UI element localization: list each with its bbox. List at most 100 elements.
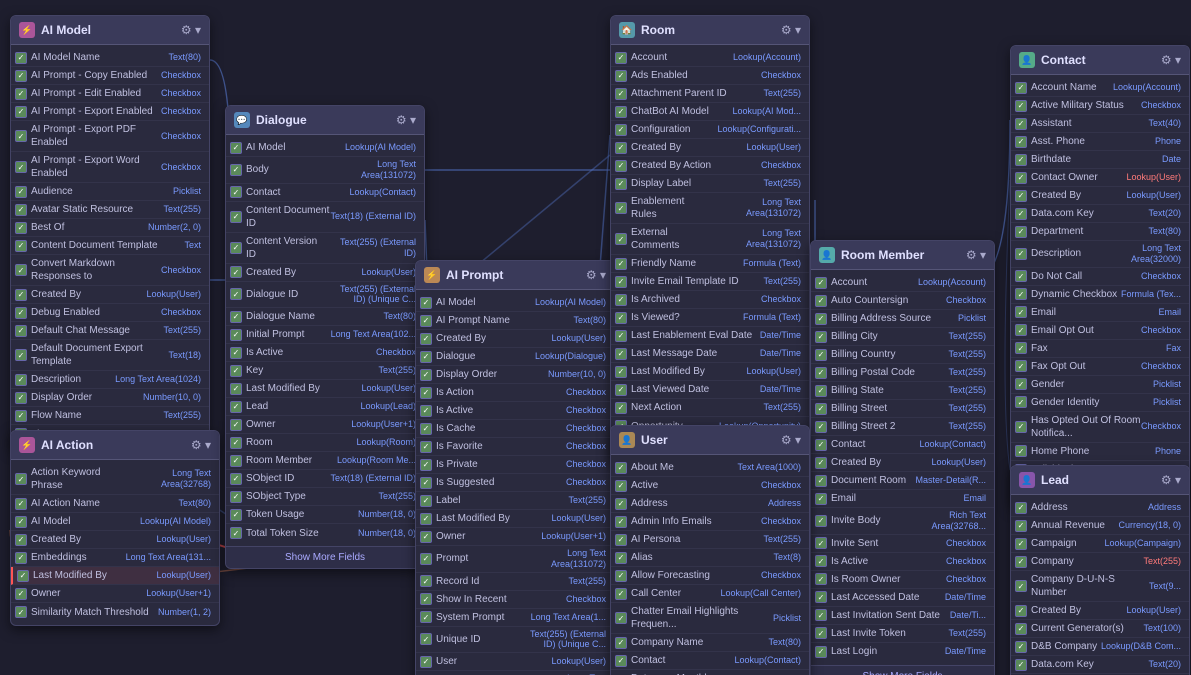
field-row[interactable]: Last Invite Token Text(255) [811,625,994,643]
field-row[interactable]: Avatar Static Resource Text(255) [11,201,209,219]
field-checkbox[interactable] [230,401,242,413]
ai-action-gear[interactable]: ⚙ ▾ [191,438,211,452]
field-checkbox[interactable] [420,441,432,453]
field-checkbox[interactable] [815,537,827,549]
field-checkbox[interactable] [815,493,827,505]
field-checkbox[interactable] [815,457,827,469]
field-row[interactable]: Default Document Export Template Text(18… [11,340,209,371]
field-checkbox[interactable] [615,366,627,378]
field-checkbox[interactable] [420,297,432,309]
field-checkbox[interactable] [15,186,27,198]
field-checkbox[interactable] [15,52,27,64]
field-checkbox[interactable] [615,480,627,492]
field-checkbox[interactable] [615,534,627,546]
field-checkbox[interactable] [615,142,627,154]
field-checkbox[interactable] [230,266,242,278]
field-checkbox[interactable] [1015,623,1027,635]
field-ai-model-name[interactable]: AI Model Name Text(80) [11,49,209,67]
field-checkbox[interactable] [230,527,242,539]
field-checkbox[interactable] [230,365,242,377]
field-checkbox[interactable] [1015,172,1027,184]
field-row[interactable]: Last Invitation Sent Date Date/Ti... [811,607,994,625]
field-checkbox[interactable] [615,124,627,136]
field-checkbox[interactable] [1015,520,1027,532]
field-row[interactable]: Unique ID Text(255) (External ID) (Uniqu… [416,627,614,654]
field-checkbox[interactable] [815,367,827,379]
field-checkbox[interactable] [615,88,627,100]
field-checkbox[interactable] [815,403,827,415]
field-checkbox[interactable] [420,633,432,645]
field-checkbox[interactable] [15,473,27,485]
field-checkbox[interactable] [15,204,27,216]
field-row[interactable]: Address Address [611,495,809,513]
field-row[interactable]: Dialogue ID Text(255) (External ID) (Uni… [226,282,424,309]
field-checkbox[interactable] [420,611,432,623]
field-checkbox[interactable] [230,419,242,431]
field-row[interactable]: Best Of Number(2, 0) [11,219,209,237]
field-row[interactable]: AI Prompt - Copy Enabled Checkbox [11,67,209,85]
field-row[interactable]: Contact Lookup(Contact) [226,184,424,202]
field-checkbox[interactable] [1015,502,1027,514]
field-checkbox[interactable] [15,516,27,528]
field-row[interactable]: AI Model Lookup(AI Model) [416,294,614,312]
field-checkbox[interactable] [615,233,627,245]
field-checkbox[interactable] [1015,556,1027,568]
field-row[interactable]: Room Lookup(Room) [226,434,424,452]
field-row[interactable]: Billing Postal Code Text(255) [811,364,994,382]
field-checkbox[interactable] [230,242,242,254]
field-checkbox[interactable] [420,513,432,525]
field-checkbox[interactable] [615,202,627,214]
field-checkbox[interactable] [615,570,627,582]
field-row[interactable]: AI Persona Text(255) [611,531,809,549]
field-row[interactable]: Billing Street 2 Text(255) [811,418,994,436]
ai-model-gear[interactable]: ⚙ ▾ [181,23,201,37]
field-row[interactable]: External Comments Long Text Area(131072) [611,224,809,255]
lead-gear[interactable]: ⚙ ▾ [1161,473,1181,487]
field-row[interactable]: Address Address [1011,499,1189,517]
field-checkbox[interactable] [1015,208,1027,220]
field-row[interactable]: Billing State Text(255) [811,382,994,400]
field-row[interactable]: Last Modified By Lookup(User) [226,380,424,398]
field-checkbox[interactable] [230,455,242,467]
field-row[interactable]: Is Active Checkbox [811,553,994,571]
field-row[interactable]: Is Private Checkbox [416,456,614,474]
field-checkbox[interactable] [615,637,627,649]
field-row[interactable]: Ads Enabled Checkbox [611,67,809,85]
field-checkbox[interactable] [815,646,827,658]
field-row[interactable]: Show In Recent Checkbox [416,591,614,609]
field-row[interactable]: Gender Picklist [1011,376,1189,394]
field-row[interactable]: Is Active Checkbox [226,344,424,362]
field-row[interactable]: Last Message Date Date/Time [611,345,809,363]
field-checkbox[interactable] [1015,378,1027,390]
field-row[interactable]: Total Token Size Number(18, 0) [226,524,424,542]
field-checkbox[interactable] [815,421,827,433]
field-row[interactable]: Annual Revenue Currency(18, 0) [1011,517,1189,535]
field-row[interactable]: Owner Lookup(User+1) [11,585,219,603]
field-row[interactable]: Department Text(80) [1011,223,1189,241]
field-row[interactable]: Account Lookup(Account) [811,274,994,292]
contact-gear[interactable]: ⚙ ▾ [1161,53,1181,67]
field-row[interactable]: Asst. Phone Phone [1011,133,1189,151]
field-row[interactable]: Alias Text(8) [611,549,809,567]
field-row[interactable]: ChatBot AI Model Lookup(AI Mod... [611,103,809,121]
field-row[interactable]: Display Label Text(255) [611,175,809,193]
field-row[interactable]: Last Login Date/Time [811,643,994,661]
field-row[interactable]: Created By Lookup(User) [416,330,614,348]
field-row[interactable]: AI Prompt - Export Word Enabled Checkbox [11,152,209,183]
field-row[interactable]: Action Keyword Phrase Long Text Area(327… [11,464,219,495]
field-row[interactable]: Data.com Key Text(20) [1011,656,1189,674]
field-checkbox[interactable] [815,591,827,603]
field-row[interactable]: Current Generator(s) Text(100) [1011,620,1189,638]
field-row[interactable]: Invite Body Rich Text Area(32768... [811,508,994,535]
room-gear[interactable]: ⚙ ▾ [781,23,801,37]
field-checkbox[interactable] [15,349,27,361]
field-checkbox[interactable] [815,331,827,343]
field-row[interactable]: Data.com Key Text(20) [1011,205,1189,223]
field-row[interactable]: Email Opt Out Checkbox [1011,322,1189,340]
field-checkbox[interactable] [420,553,432,565]
field-checkbox[interactable] [230,491,242,503]
field-row[interactable]: AI Prompt - Export Enabled Checkbox [11,103,209,121]
room-member-gear[interactable]: ⚙ ▾ [966,248,986,262]
field-row[interactable]: Fax Fax [1011,340,1189,358]
field-checkbox[interactable] [1015,100,1027,112]
